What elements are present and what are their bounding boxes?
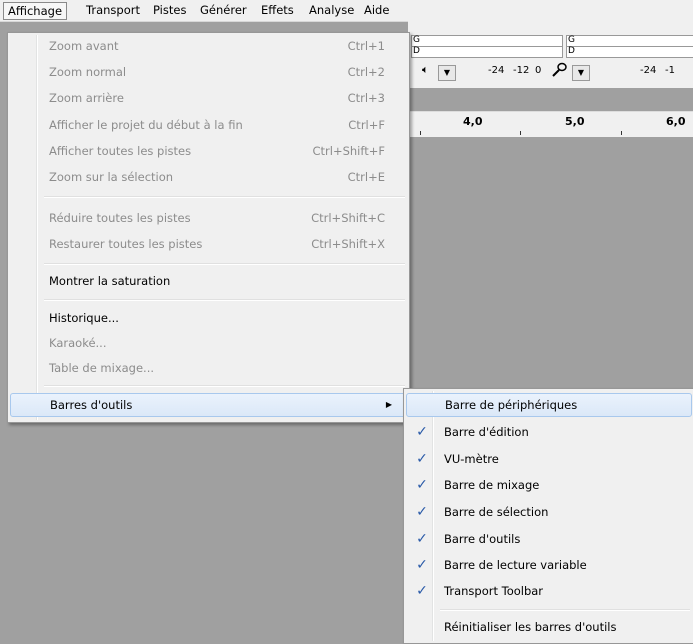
menu-transport[interactable]: Transport bbox=[82, 2, 144, 19]
menu-item-shortcut: Ctrl+E bbox=[347, 170, 385, 184]
meter-right-label: D bbox=[568, 46, 575, 56]
menu-item-toolbars[interactable]: Barres d'outils ▶ bbox=[10, 393, 407, 417]
check-icon: ✓ bbox=[416, 531, 428, 547]
menu-separator bbox=[44, 196, 405, 198]
playback-scale-0: 0 bbox=[535, 65, 542, 76]
menu-item-label: Karaoké... bbox=[49, 336, 107, 350]
submenu-item-edit-toolbar[interactable]: ✓ Barre d'édition bbox=[406, 420, 692, 444]
menu-item-shortcut: Ctrl+Shift+X bbox=[311, 237, 385, 251]
menu-item-shortcut: Ctrl+3 bbox=[347, 91, 385, 105]
menu-item-label: Barre de sélection bbox=[444, 505, 549, 519]
menu-separator bbox=[44, 299, 405, 301]
menu-item-zoom-normal[interactable]: Zoom normal Ctrl+2 bbox=[10, 60, 407, 84]
menu-item-label: Restaurer toutes les pistes bbox=[49, 237, 203, 251]
view-menu: Zoom avant Ctrl+1 Zoom normal Ctrl+2 Zoo… bbox=[7, 32, 410, 423]
menu-pistes[interactable]: Pistes bbox=[149, 2, 190, 19]
ruler-tick-label: 6,0 bbox=[666, 115, 686, 128]
record-scale-24: -24 bbox=[640, 65, 657, 76]
menu-item-label: Réinitialiser les barres d'outils bbox=[444, 620, 617, 634]
menu-item-mixer-board[interactable]: Table de mixage... bbox=[10, 356, 407, 380]
menu-item-label: Réduire toutes les pistes bbox=[49, 211, 191, 225]
playback-scale-12: -12 bbox=[513, 65, 530, 76]
menu-item-zoom-selection[interactable]: Zoom sur la sélection Ctrl+E bbox=[10, 165, 407, 189]
menu-item-zoom-in[interactable]: Zoom avant Ctrl+1 bbox=[10, 34, 407, 58]
check-icon: ✓ bbox=[416, 477, 428, 493]
track-area[interactable] bbox=[408, 137, 693, 387]
menu-item-label: Barre d'outils bbox=[444, 532, 521, 546]
menu-item-fit-project[interactable]: Afficher le projet du début à la fin Ctr… bbox=[10, 113, 407, 137]
menu-item-shortcut: Ctrl+F bbox=[348, 118, 385, 132]
submenu-arrow-icon: ▶ bbox=[385, 400, 392, 409]
menu-item-label: Zoom avant bbox=[49, 39, 119, 53]
playback-scale-24: -24 bbox=[488, 65, 505, 76]
check-icon: ✓ bbox=[416, 583, 428, 599]
menu-item-label: Barre de mixage bbox=[444, 478, 540, 492]
microphone-icon[interactable] bbox=[550, 62, 568, 81]
menu-effets[interactable]: Effets bbox=[257, 2, 298, 19]
meter-right-label: D bbox=[413, 46, 420, 56]
menu-item-label: Barre de lecture variable bbox=[444, 558, 587, 572]
menu-item-karaoke[interactable]: Karaoké... bbox=[10, 331, 407, 355]
ruler-minor-tick bbox=[520, 131, 521, 135]
menu-item-shortcut: Ctrl+Shift+F bbox=[312, 144, 386, 158]
menu-separator bbox=[44, 263, 405, 265]
ruler-minor-tick bbox=[621, 131, 622, 135]
menu-item-label: VU-mètre bbox=[444, 452, 499, 466]
menu-item-label: Transport Toolbar bbox=[444, 584, 544, 598]
menu-item-shortcut: Ctrl+2 bbox=[347, 65, 385, 79]
record-meter-dropdown[interactable]: ▼ bbox=[572, 65, 590, 81]
menu-item-expand-tracks[interactable]: Restaurer toutes les pistes Ctrl+Shift+X bbox=[10, 232, 407, 256]
meter-toolbar: G D G D 🔈︎ ▼ -24 -12 0 ▼ -24 -1 bbox=[408, 21, 693, 88]
menu-item-label: Montrer la saturation bbox=[49, 274, 171, 288]
menu-item-show-clipping[interactable]: Montrer la saturation bbox=[10, 269, 407, 293]
menu-item-label: Zoom arrière bbox=[49, 91, 124, 105]
menu-item-label: Afficher le projet du début à la fin bbox=[49, 118, 243, 132]
menu-generer[interactable]: Générer bbox=[196, 2, 251, 19]
ruler-tick-label: 4,0 bbox=[463, 115, 483, 128]
submenu-item-mixer-toolbar[interactable]: ✓ Barre de mixage bbox=[406, 473, 692, 497]
ruler-minor-tick bbox=[420, 131, 421, 135]
submenu-item-reset-toolbars[interactable]: Réinitialiser les barres d'outils bbox=[406, 615, 692, 639]
meter-left-label: G bbox=[413, 35, 420, 45]
ruler-tick-label: 5,0 bbox=[565, 115, 585, 128]
menu-item-zoom-out[interactable]: Zoom arrière Ctrl+3 bbox=[10, 86, 407, 110]
menu-analyse[interactable]: Analyse bbox=[305, 2, 358, 19]
menu-separator bbox=[440, 609, 690, 611]
menu-item-label: Historique... bbox=[49, 311, 119, 325]
menu-item-label: Table de mixage... bbox=[49, 361, 155, 375]
menu-item-shortcut: Ctrl+Shift+C bbox=[311, 211, 385, 225]
speaker-icon[interactable]: 🔈︎ bbox=[422, 63, 429, 77]
menu-item-label: Barre de périphériques bbox=[445, 398, 578, 412]
submenu-item-meter-toolbar[interactable]: ✓ VU-mètre bbox=[406, 447, 692, 471]
submenu-item-transcription-toolbar[interactable]: ✓ Barre de lecture variable bbox=[406, 553, 692, 577]
check-icon: ✓ bbox=[416, 504, 428, 520]
submenu-item-selection-toolbar[interactable]: ✓ Barre de sélection bbox=[406, 500, 692, 524]
check-icon: ✓ bbox=[416, 424, 428, 440]
check-icon: ✓ bbox=[416, 451, 428, 467]
menu-item-label: Barre d'édition bbox=[444, 425, 529, 439]
record-meter-right: D bbox=[566, 46, 693, 58]
menu-separator bbox=[44, 385, 405, 387]
menu-affichage[interactable]: Affichage bbox=[3, 2, 68, 20]
menu-item-label: Zoom normal bbox=[49, 65, 127, 79]
check-icon: ✓ bbox=[416, 557, 428, 573]
record-scale-12: -1 bbox=[665, 65, 675, 76]
menu-item-label: Zoom sur la sélection bbox=[49, 170, 174, 184]
menu-item-history[interactable]: Historique... bbox=[10, 306, 407, 330]
menu-item-label: Barres d'outils bbox=[50, 398, 133, 412]
submenu-item-tools-toolbar[interactable]: ✓ Barre d'outils bbox=[406, 527, 692, 551]
playback-meter-right: D bbox=[411, 46, 563, 58]
playback-meter-dropdown[interactable]: ▼ bbox=[438, 65, 456, 81]
timeline-ruler[interactable]: 4,0 5,0 6,0 bbox=[408, 111, 693, 138]
submenu-item-transport-toolbar[interactable]: ✓ Transport Toolbar bbox=[406, 579, 692, 603]
menu-bar: Affichage Transport Pistes Générer Effet… bbox=[0, 0, 693, 22]
menu-item-fit-tracks[interactable]: Afficher toutes les pistes Ctrl+Shift+F bbox=[10, 139, 407, 163]
menu-item-shortcut: Ctrl+1 bbox=[347, 39, 385, 53]
menu-item-collapse-tracks[interactable]: Réduire toutes les pistes Ctrl+Shift+C bbox=[10, 206, 407, 230]
meter-left-label: G bbox=[568, 35, 575, 45]
submenu-item-device-toolbar[interactable]: Barre de périphériques bbox=[406, 393, 692, 417]
toolbars-submenu: Barre de périphériques ✓ Barre d'édition… bbox=[403, 388, 693, 644]
menu-aide[interactable]: Aide bbox=[360, 2, 393, 19]
menu-item-label: Afficher toutes les pistes bbox=[49, 144, 192, 158]
